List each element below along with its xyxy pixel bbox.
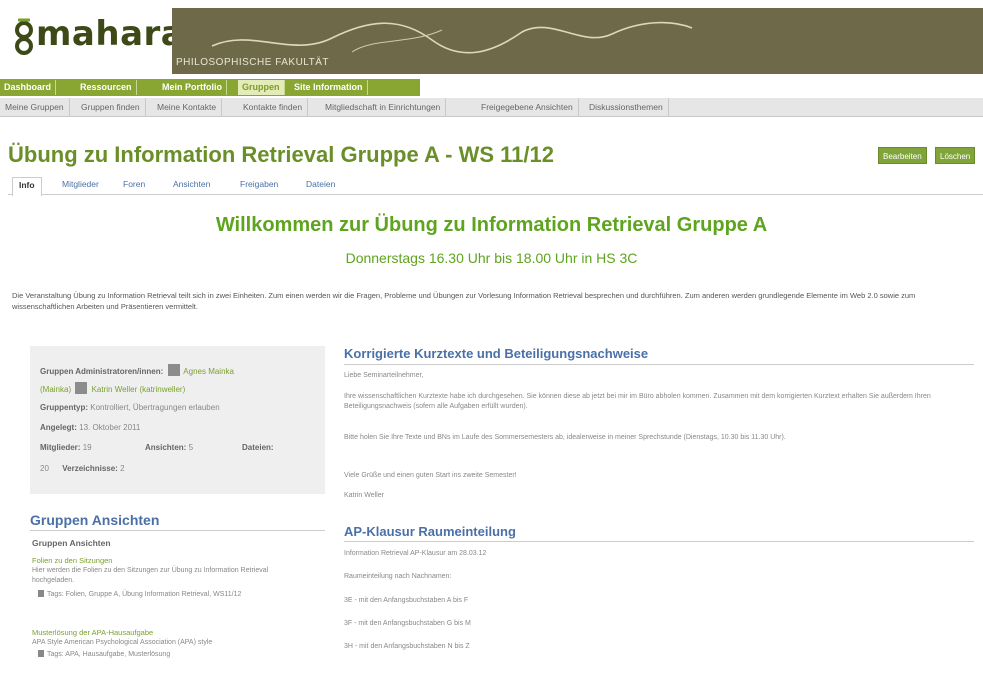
type-value: Kontrolliert, Übertragungen erlauben: [90, 403, 220, 412]
files-value: 20: [40, 464, 49, 473]
admin1-link[interactable]: Agnes Mainka: [183, 367, 234, 376]
post-paragraph: Liebe Seminarteilnehmer,: [344, 372, 424, 379]
subnav-meine-kontakte[interactable]: Meine Kontakte: [152, 98, 223, 117]
post-paragraph: Bitte holen Sie Ihre Texte und BNs im La…: [344, 434, 786, 441]
edit-button[interactable]: Bearbeiten: [878, 147, 927, 164]
views-value: 5: [188, 443, 194, 452]
faculty-banner: PHILOSOPHISCHE FAKULTÄT: [172, 8, 983, 74]
created-line: Angelegt: 13. Oktober 2011: [40, 423, 140, 432]
welcome-subheading: Donnerstags 16.30 Uhr bis 18.00 Uhr in H…: [345, 250, 638, 266]
avatar: [167, 364, 180, 376]
page-title: Übung zu Information Retrieval Gruppe A …: [8, 142, 554, 167]
post-author: Katrin Weller: [344, 492, 384, 499]
post-paragraph: 3F - mit den Anfangsbuchstaben G bis M: [344, 620, 471, 627]
created-label: Angelegt:: [40, 423, 77, 432]
welcome-heading: Willkommen zur Übung zu Information Retr…: [215, 214, 768, 236]
avatar: [75, 382, 88, 394]
subnav-kontakte-finden[interactable]: Kontakte finden: [238, 98, 309, 117]
view-tags: Tags: Folien, Gruppe A, Übung Informatio…: [38, 590, 312, 600]
tag-icon: [38, 650, 44, 657]
nav-gruppen[interactable]: Gruppen: [238, 80, 285, 95]
post-paragraph: 3H - mit den Anfangsbuchstaben N bis Z: [344, 643, 470, 650]
admin2-link[interactable]: Katrin Weller (katrinweller): [92, 385, 186, 394]
faculty-name: PHILOSOPHISCHE FAKULTÄT: [176, 57, 330, 68]
group-views-heading: Gruppen Ansichten: [30, 512, 160, 528]
tag-icon: [38, 590, 44, 597]
files-label: Dateien:: [242, 443, 274, 452]
subnav-mitgliedschaft[interactable]: Mitgliedschaft in Einrichtungen: [320, 98, 447, 117]
site-header: mahara PHILOSOPHISCHE FAKULTÄT: [0, 0, 983, 78]
subnav-meine-gruppen[interactable]: Meine Gruppen: [0, 98, 70, 117]
post-paragraph: Raumeinteilung nach Nachnamen:: [344, 573, 452, 580]
files-folders-line: 20 Verzeichnisse: 2: [40, 464, 125, 473]
views-label: Ansichten:: [145, 443, 187, 452]
post-title[interactable]: Korrigierte Kurztexte und Beteiligungsna…: [344, 346, 648, 361]
tab-dateien[interactable]: Dateien: [306, 179, 335, 189]
nav-dashboard[interactable]: Dashboard: [0, 80, 57, 95]
logo-text: mahara: [36, 14, 185, 54]
post-paragraph: Information Retrieval AP-Klausur am 28.0…: [344, 550, 487, 557]
main-nav: Dashboard Ressourcen Mein Portfolio Grup…: [0, 79, 983, 96]
tab-freigaben[interactable]: Freigaben: [240, 179, 278, 189]
delete-button[interactable]: Löschen: [935, 147, 976, 164]
group-views-subheading: Gruppen Ansichten: [32, 538, 111, 548]
divider: [344, 364, 974, 365]
nav-mein-portfolio[interactable]: Mein Portfolio: [158, 80, 227, 95]
post-title[interactable]: AP-Klausur Raumeinteilung: [344, 524, 516, 539]
group-tabs: Info Mitglieder Foren Ansichten Freigabe…: [8, 177, 983, 196]
group-description: Die Veranstaltung Übung zu Information R…: [12, 291, 916, 311]
admins-line: Gruppen Administratoren/innen: Agnes Mai…: [40, 364, 234, 376]
view-tags-text: Tags: Folien, Gruppe A, Übung Informatio…: [47, 591, 242, 598]
view-tags: Tags: APA, Hausaufgabe, Musterlösung: [38, 650, 312, 660]
admins-line-2: (Mainka) Katrin Weller (katrinweller): [40, 382, 185, 394]
members-line: Mitglieder: 19: [40, 443, 92, 452]
divider: [30, 530, 325, 531]
folders-value: 2: [120, 464, 125, 473]
tab-foren[interactable]: Foren: [123, 179, 145, 189]
post-paragraph: 3E - mit den Anfangsbuchstaben A bis F: [344, 597, 469, 604]
divider: [344, 541, 974, 542]
tab-mitglieder[interactable]: Mitglieder: [62, 179, 99, 189]
created-value: 13. Oktober 2011: [79, 423, 141, 432]
admin1-username[interactable]: (Mainka): [40, 385, 71, 394]
group-info-box: Gruppen Administratoren/innen: Agnes Mai…: [30, 346, 325, 494]
admins-label: Gruppen Administratoren/innen:: [40, 367, 164, 376]
tab-info[interactable]: Info: [12, 177, 42, 196]
subnav-diskussionsthemen[interactable]: Diskussionsthemen: [584, 98, 669, 117]
view-link-folien[interactable]: Folien zu den Sitzungen: [32, 556, 112, 565]
view-description: Hier werden die Folien zu den Sitzungen …: [32, 567, 269, 584]
nav-ressourcen[interactable]: Ressourcen: [76, 80, 137, 95]
sub-nav: Meine Gruppen Gruppen finden Meine Konta…: [0, 98, 983, 117]
type-line: Gruppentyp: Kontrolliert, Übertragungen …: [40, 403, 220, 412]
post-paragraph: Ihre wissenschaftlichen Kurztexte habe i…: [344, 393, 931, 410]
view-link-musterloesung[interactable]: Musterlösung der APA-Hausaufgabe: [32, 628, 153, 637]
type-label: Gruppentyp:: [40, 403, 88, 412]
views-line: Ansichten: 5: [145, 443, 193, 452]
view-tags-text: Tags: APA, Hausaufgabe, Musterlösung: [47, 651, 171, 658]
subnav-freigegebene-ansichten[interactable]: Freigegebene Ansichten: [476, 98, 579, 117]
members-label: Mitglieder:: [40, 443, 81, 452]
subnav-gruppen-finden[interactable]: Gruppen finden: [76, 98, 146, 117]
nav-site-information[interactable]: Site Information: [290, 80, 368, 95]
folders-label: Verzeichnisse:: [62, 464, 118, 473]
view-description: APA Style American Psychological Associa…: [32, 639, 213, 646]
files-line: Dateien:: [242, 443, 274, 452]
logo-mark-icon: [15, 18, 33, 55]
logo[interactable]: mahara: [0, 0, 184, 78]
members-value: 19: [82, 443, 92, 452]
tab-ansichten[interactable]: Ansichten: [173, 179, 210, 189]
post-paragraph: Viele Grüße und einen guten Start ins zw…: [344, 472, 517, 479]
